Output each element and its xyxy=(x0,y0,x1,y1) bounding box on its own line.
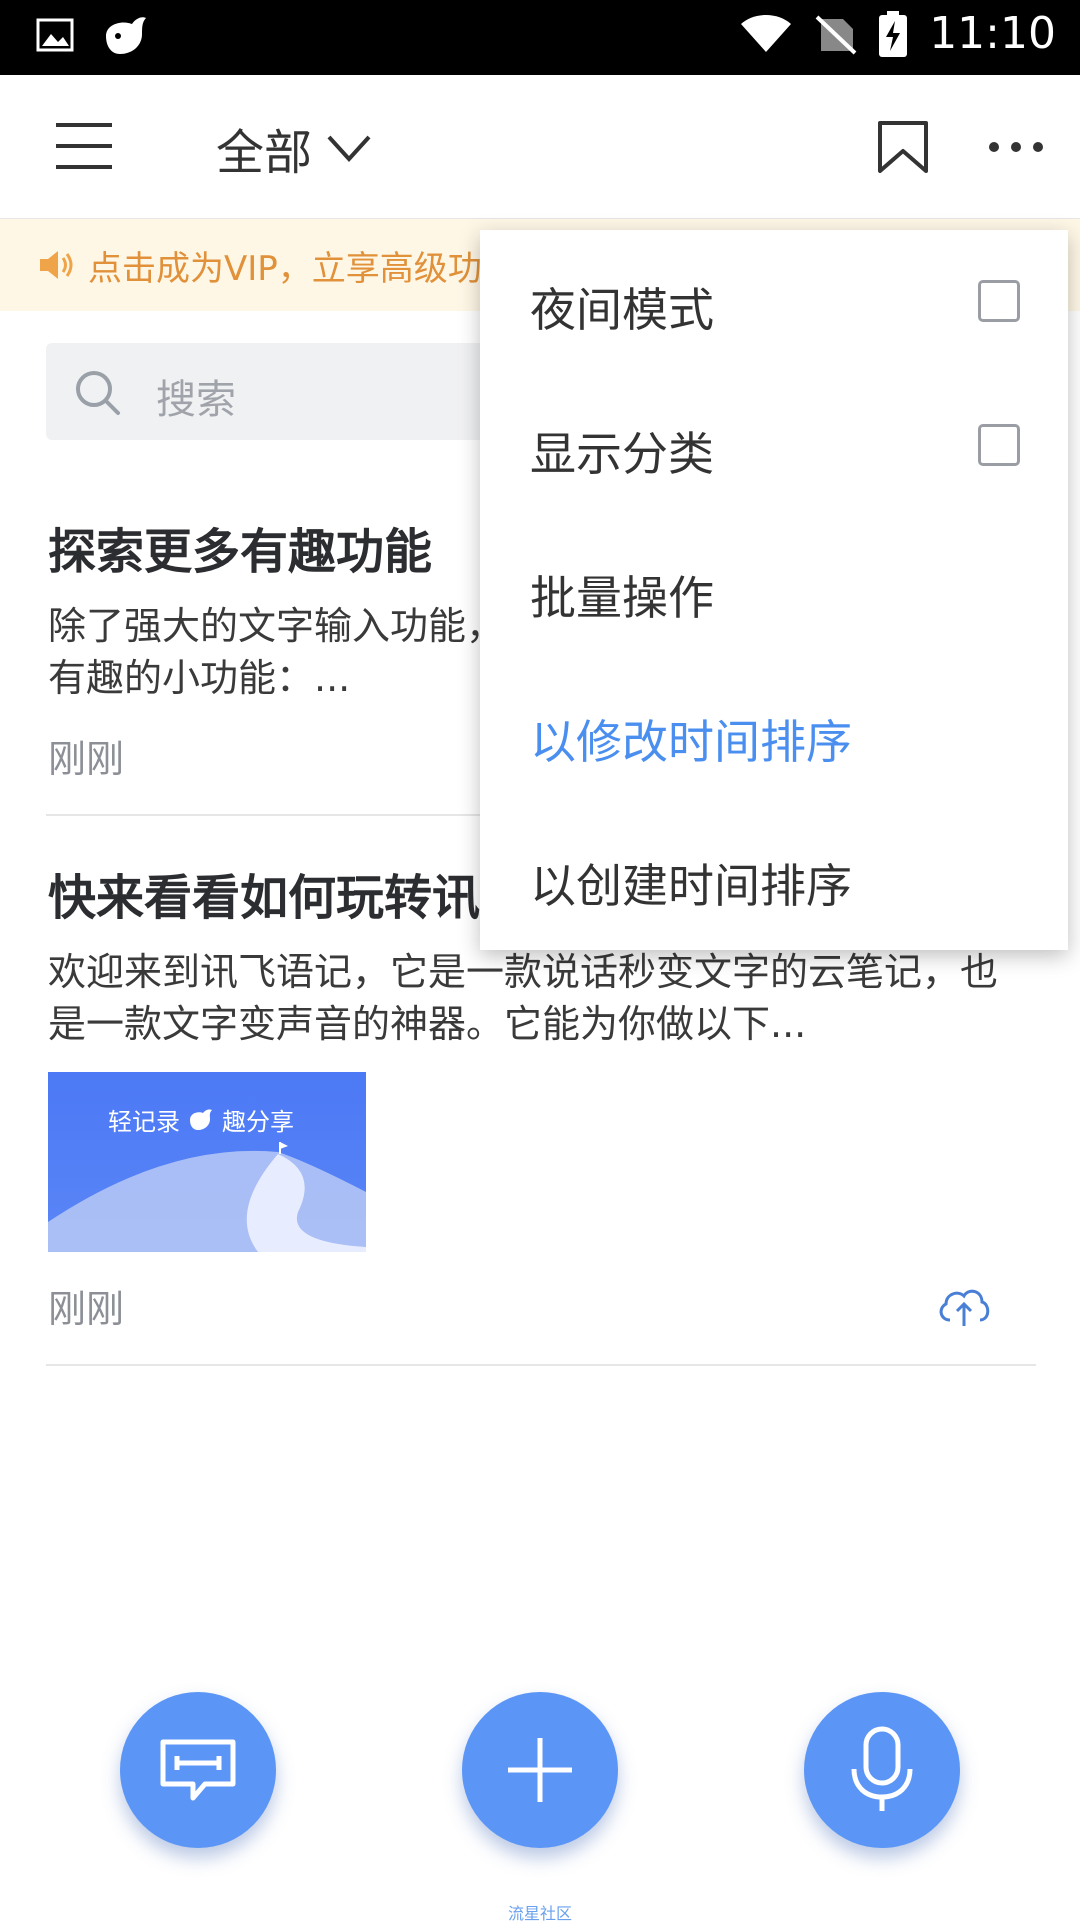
text-note-button[interactable] xyxy=(120,1692,276,1848)
cloud-upload-icon[interactable] xyxy=(936,1284,992,1328)
battery-charging-icon xyxy=(879,10,908,57)
menu-item-show-category[interactable]: 显示分类 xyxy=(530,418,714,484)
watermark: 流星社区 xyxy=(507,1904,572,1923)
menu-item-batch-operation[interactable]: 批量操作 xyxy=(530,562,714,628)
search-placeholder: 搜索 xyxy=(156,377,236,423)
whale-app-icon xyxy=(106,17,146,54)
search-icon xyxy=(76,371,120,415)
note-body: 欢迎来到讯飞语记，它是一款说话秒变文字的云笔记，也是一款文字变声音的神器。它能为… xyxy=(48,950,999,1046)
menu-item-night-mode[interactable]: 夜间模式 xyxy=(530,274,714,340)
menu-item-sort-by-created[interactable]: 以创建时间排序 xyxy=(530,850,852,916)
note-thumbnail[interactable]: 轻记录 趣分享 xyxy=(48,1072,366,1252)
microphone-icon xyxy=(851,1726,913,1811)
divider xyxy=(46,1364,1036,1366)
menu-item-sort-by-modified[interactable]: 以修改时间排序 xyxy=(530,706,852,772)
wifi-icon xyxy=(741,14,792,52)
vip-banner-text: 点击成为VIP，立享高级功 xyxy=(88,248,482,289)
bookmark-icon[interactable] xyxy=(876,119,930,175)
plus-icon xyxy=(508,1738,572,1802)
page-title: 全部 xyxy=(216,125,313,181)
status-bar: 11:10 xyxy=(0,0,1080,75)
thumbnail-hills xyxy=(48,1142,366,1252)
note-time: 刚刚 xyxy=(48,1287,125,1331)
category-selector[interactable]: 全部 xyxy=(216,113,372,183)
more-options-icon[interactable] xyxy=(986,135,1046,159)
note-time: 刚刚 xyxy=(48,737,125,781)
hamburger-menu-icon[interactable] xyxy=(56,121,112,171)
status-time: 11:10 xyxy=(929,8,1056,59)
image-notification-icon xyxy=(36,18,74,52)
no-sim-icon xyxy=(815,15,857,54)
show-category-checkbox[interactable] xyxy=(978,424,1020,466)
text-message-icon xyxy=(160,1739,236,1801)
overflow-menu: 夜间模式 显示分类 批量操作 以修改时间排序 以创建时间排序 xyxy=(480,230,1068,950)
add-note-button[interactable] xyxy=(462,1692,618,1848)
speaker-icon xyxy=(40,251,73,279)
voice-input-button[interactable] xyxy=(804,1692,960,1848)
app-bar: 全部 xyxy=(0,75,1080,219)
night-mode-checkbox[interactable] xyxy=(978,280,1020,322)
chevron-down-icon xyxy=(327,135,371,162)
